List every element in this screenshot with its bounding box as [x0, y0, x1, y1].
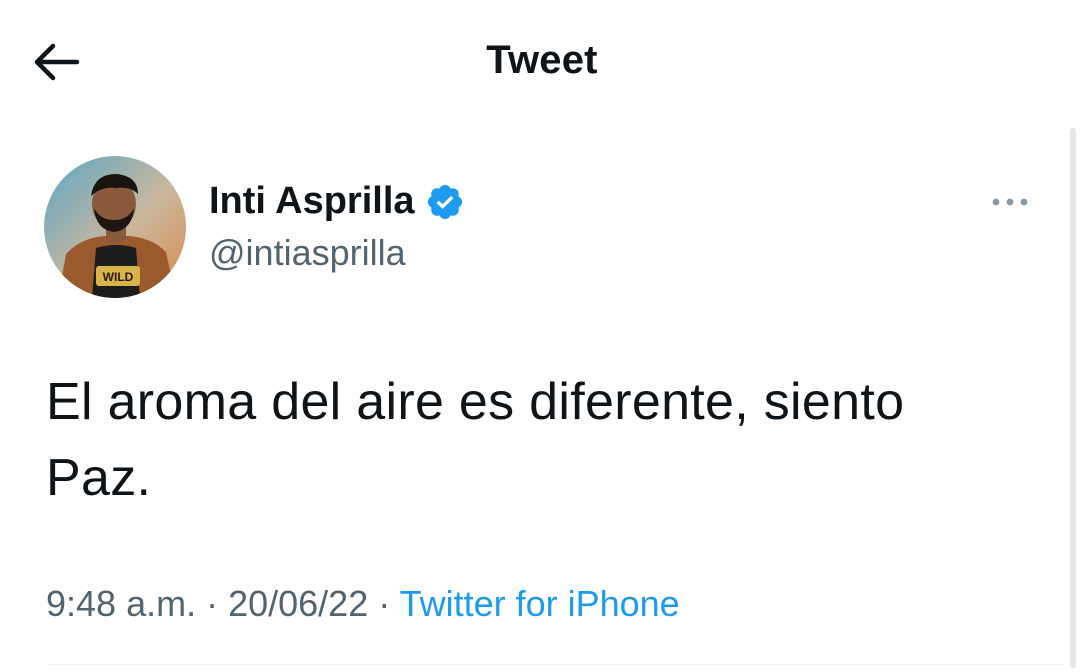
tweet-text-line-2: Paz. — [46, 449, 152, 507]
tweet-text-line-1: El aroma del aire es diferente, siento — [46, 373, 905, 431]
more-options-button[interactable] — [986, 186, 1034, 218]
author-handle[interactable]: @intiasprilla — [209, 232, 406, 274]
tweet-detail-page: Tweet WILD Inti Asprilla @intiasprilla E… — [0, 0, 1080, 672]
tweet-meta: 9:48 a.m. · 20/06/22 · Twitter for iPhon… — [46, 583, 680, 625]
avatar[interactable]: WILD — [44, 156, 186, 298]
author-name[interactable]: Inti Asprilla — [209, 180, 415, 223]
page-title: Tweet — [486, 38, 598, 82]
tweet-time[interactable]: 9:48 a.m. — [46, 583, 196, 624]
author-name-row[interactable]: Inti Asprilla — [209, 180, 465, 223]
verified-badge-icon — [425, 182, 465, 222]
tweet-date[interactable]: 20/06/22 — [228, 583, 368, 624]
meta-separator: · — [368, 583, 400, 624]
profile-photo: WILD — [44, 156, 186, 298]
meta-separator: · — [196, 583, 229, 624]
more-options-icon — [992, 198, 1028, 206]
avatar-shirt-text: WILD — [103, 270, 134, 284]
tweet-text: El aroma del aire es diferente, siento P… — [46, 364, 1026, 516]
scrollbar[interactable] — [1070, 128, 1076, 668]
tweet-source-link[interactable]: Twitter for iPhone — [400, 583, 680, 624]
divider — [46, 664, 1064, 665]
